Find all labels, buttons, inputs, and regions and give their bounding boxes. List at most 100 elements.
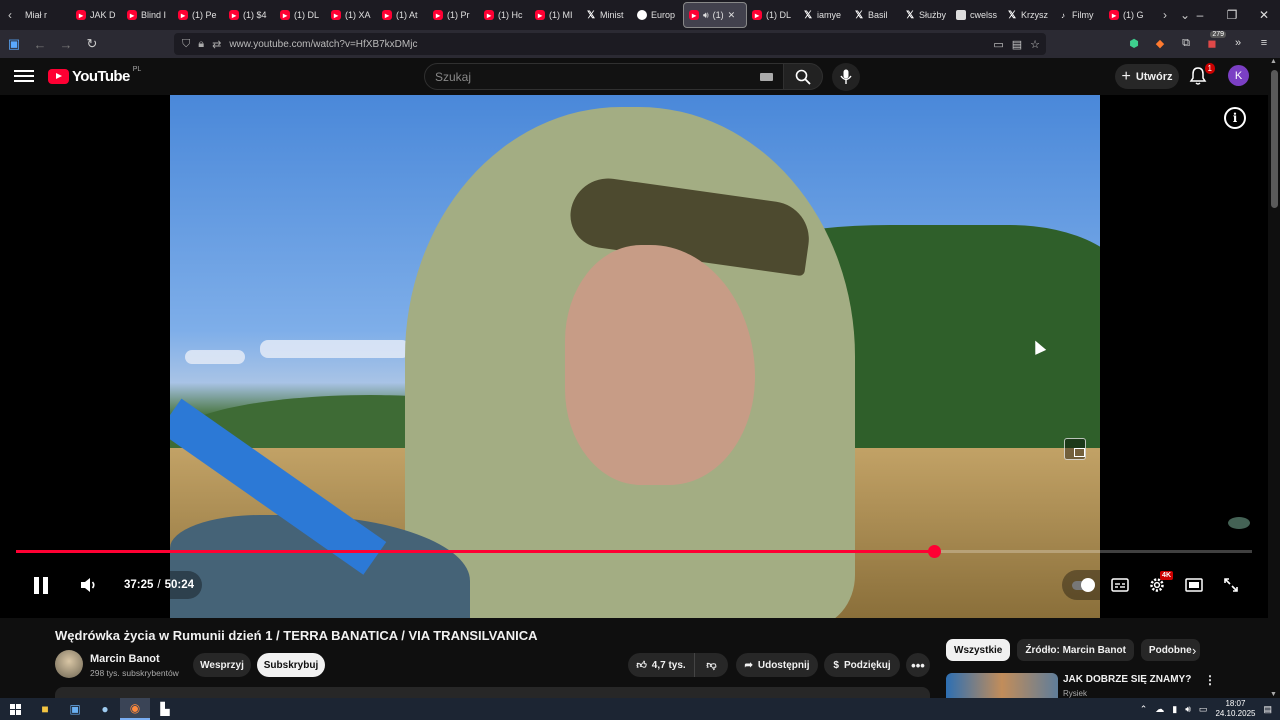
video-frame[interactable] — [170, 95, 1100, 618]
channel-watermark[interactable] — [1228, 517, 1250, 529]
recommendation-channel[interactable]: Rysiek — [1063, 689, 1087, 698]
filter-chip[interactable]: Wszystkie — [946, 639, 1011, 661]
browser-tab[interactable]: ▸ (1) G — [1104, 2, 1155, 28]
browser-tab[interactable]: 𝕏iamye — [798, 2, 849, 28]
recommendation-title[interactable]: JAK DOBRZE SIĘ ZNAMY? — [1063, 674, 1191, 685]
share-button[interactable]: ➦ Udostępnij — [736, 653, 818, 677]
tabs-scroll-left-button[interactable]: ‹ — [0, 0, 20, 30]
tray-overflow-icon[interactable]: ⌃ — [1140, 704, 1148, 715]
reader-view-icon[interactable]: ▤ — [1012, 38, 1022, 51]
browser-tab[interactable]: ▸ (1) $4 — [224, 2, 275, 28]
shield-icon[interactable]: ⛉ — [182, 38, 190, 51]
search-button[interactable] — [783, 63, 823, 90]
back-icon[interactable]: ← — [28, 32, 52, 56]
create-button[interactable]: + Utwórz — [1115, 64, 1179, 89]
info-icon[interactable]: i — [1224, 107, 1246, 129]
scroll-down-icon[interactable]: ▼ — [1270, 691, 1277, 698]
channel-avatar[interactable] — [55, 650, 83, 678]
remote-desktop-icon[interactable]: ▣ — [60, 698, 90, 720]
theater-mode-button[interactable] — [1182, 567, 1206, 603]
volume-tray-icon[interactable]: 🔊︎ — [1185, 704, 1191, 715]
tab-close-icon[interactable]: ✕ — [728, 10, 736, 21]
dislike-button[interactable]: 👎︎ — [694, 653, 728, 677]
subtitles-button[interactable] — [1108, 567, 1132, 603]
browser-tab[interactable]: 𝕏 Służby — [900, 2, 951, 28]
browser-tab[interactable]: 𝕏 Krzysz — [1002, 2, 1053, 28]
bookmark-star-icon[interactable]: ☆ — [1030, 38, 1040, 51]
extensions-icon[interactable]: ⧉ — [1176, 32, 1196, 54]
browser-tab[interactable]: ▸ (1) At — [377, 2, 428, 28]
browser-tab[interactable]: 𝕏 Basil — [849, 2, 900, 28]
browser-tab[interactable]: ▸ JAK D — [71, 2, 122, 28]
overflow-chevron-icon[interactable]: » — [1228, 32, 1248, 54]
pause-button[interactable] — [28, 567, 54, 603]
search-input[interactable]: Szukaj — [424, 63, 784, 90]
recommendation-thumbnail[interactable] — [946, 673, 1058, 698]
browser-tab[interactable]: ▸ (1) DL — [747, 2, 798, 28]
notifications-button[interactable]: 1 — [1188, 63, 1215, 88]
clock[interactable]: 18:07 24.10.2025 — [1215, 699, 1255, 719]
fullscreen-button[interactable] — [1219, 567, 1243, 603]
adblock-extension-icon[interactable]: ◼ 279 — [1202, 31, 1226, 54]
notification-center-icon[interactable]: ▤ — [1263, 704, 1272, 715]
start-button[interactable] — [0, 698, 30, 720]
filter-chip[interactable]: Podobne — [1140, 639, 1200, 661]
browser-tab[interactable]: ▸ (1) Pr — [428, 2, 479, 28]
permissions-icon[interactable]: ⇄ — [212, 38, 221, 51]
cloud-icon[interactable]: ☁ — [1155, 704, 1164, 715]
browser-tab[interactable]: Miał r — [20, 2, 71, 28]
browser-tab[interactable]: ▸ (1) Hc — [479, 2, 530, 28]
filter-chip[interactable]: Źródło: Marcin Banot — [1017, 639, 1134, 661]
firefox-icon[interactable]: ◉ — [120, 698, 150, 720]
thanks-button[interactable]: $ Podziękuj — [824, 653, 900, 677]
browser-tab[interactable]: ▸ (1) Pe — [173, 2, 224, 28]
subscribe-button[interactable]: Subskrybuj — [257, 653, 325, 677]
app-menu-icon[interactable]: ≡ — [1254, 32, 1274, 54]
support-button[interactable]: Wesprzyj — [193, 653, 251, 677]
volume-button[interactable] — [78, 567, 100, 603]
youtube-logo[interactable]: YouTube PL — [48, 66, 141, 85]
browser-tab[interactable]: ▸ Blind I — [122, 2, 173, 28]
browser-tab[interactable]: Europ — [632, 2, 683, 28]
forward-icon[interactable]: → — [54, 32, 78, 56]
miniplayer-icon[interactable] — [1064, 438, 1086, 460]
browser-tab[interactable]: ▸ (1) DL — [275, 2, 326, 28]
steam-icon[interactable]: ● — [90, 698, 120, 720]
network-icon[interactable]: ▭ — [1199, 704, 1208, 715]
chevron-right-icon[interactable]: › — [1192, 643, 1196, 658]
browser-tab[interactable]: ▸ (1) XA — [326, 2, 377, 28]
browser-tab[interactable]: ▸ (1) MI — [530, 2, 581, 28]
recommendation-menu-icon[interactable]: ⋮ — [1204, 673, 1216, 687]
tabs-scroll-right-button[interactable]: › — [1155, 0, 1175, 30]
description-box[interactable] — [55, 687, 930, 698]
like-button[interactable]: 👍︎ 4,7 tys. — [628, 653, 694, 677]
reload-icon[interactable]: ↻ — [80, 32, 104, 56]
file-explorer-icon[interactable]: ■ — [30, 698, 60, 720]
vpn-extension-icon[interactable]: ⬢ — [1124, 32, 1144, 54]
app-window-icon[interactable]: ▙ — [150, 698, 180, 720]
video-player[interactable]: i 37:25 / 50:24 4K — [0, 95, 1268, 618]
url-text[interactable]: www.youtube.com/watch?v=HfXB7kxDMjc — [229, 39, 417, 50]
browser-tab[interactable]: ▸ 🔊︎ (1) ✕ — [683, 2, 747, 28]
address-bar[interactable]: ⛉ 🔒︎ ⇄ www.youtube.com/watch?v=HfXB7kxDM… — [174, 33, 1046, 55]
account-avatar[interactable]: K — [1228, 65, 1249, 86]
mic-tray-icon[interactable]: ▮ — [1172, 704, 1177, 715]
fox-extension-icon[interactable]: ◆ — [1150, 32, 1170, 54]
picture-in-picture-icon[interactable]: ▭ — [993, 38, 1003, 51]
browser-tab[interactable]: ♪ Filmy — [1053, 2, 1104, 28]
channel-name[interactable]: Marcin Banot — [90, 653, 160, 665]
scroll-up-icon[interactable]: ▲ — [1270, 58, 1277, 65]
more-actions-button[interactable]: ••• — [906, 653, 930, 677]
guide-menu-button[interactable] — [14, 67, 34, 87]
browser-tab[interactable]: cwelss — [951, 2, 1002, 28]
settings-button[interactable]: 4K — [1145, 567, 1173, 603]
close-window-icon[interactable]: ✕ — [1248, 0, 1280, 30]
scrollbar-thumb[interactable] — [1271, 70, 1278, 208]
page-scrollbar[interactable]: ▲ ▼ — [1268, 58, 1280, 698]
sidebar-toggle-icon[interactable]: ▣ — [2, 32, 26, 56]
autoplay-toggle[interactable] — [1070, 567, 1095, 603]
minimize-icon[interactable]: – — [1184, 0, 1216, 30]
restore-icon[interactable]: ❐ — [1216, 0, 1248, 30]
keyboard-icon[interactable] — [760, 73, 773, 81]
tab-audio-icon[interactable]: 🔊︎ — [703, 10, 709, 21]
